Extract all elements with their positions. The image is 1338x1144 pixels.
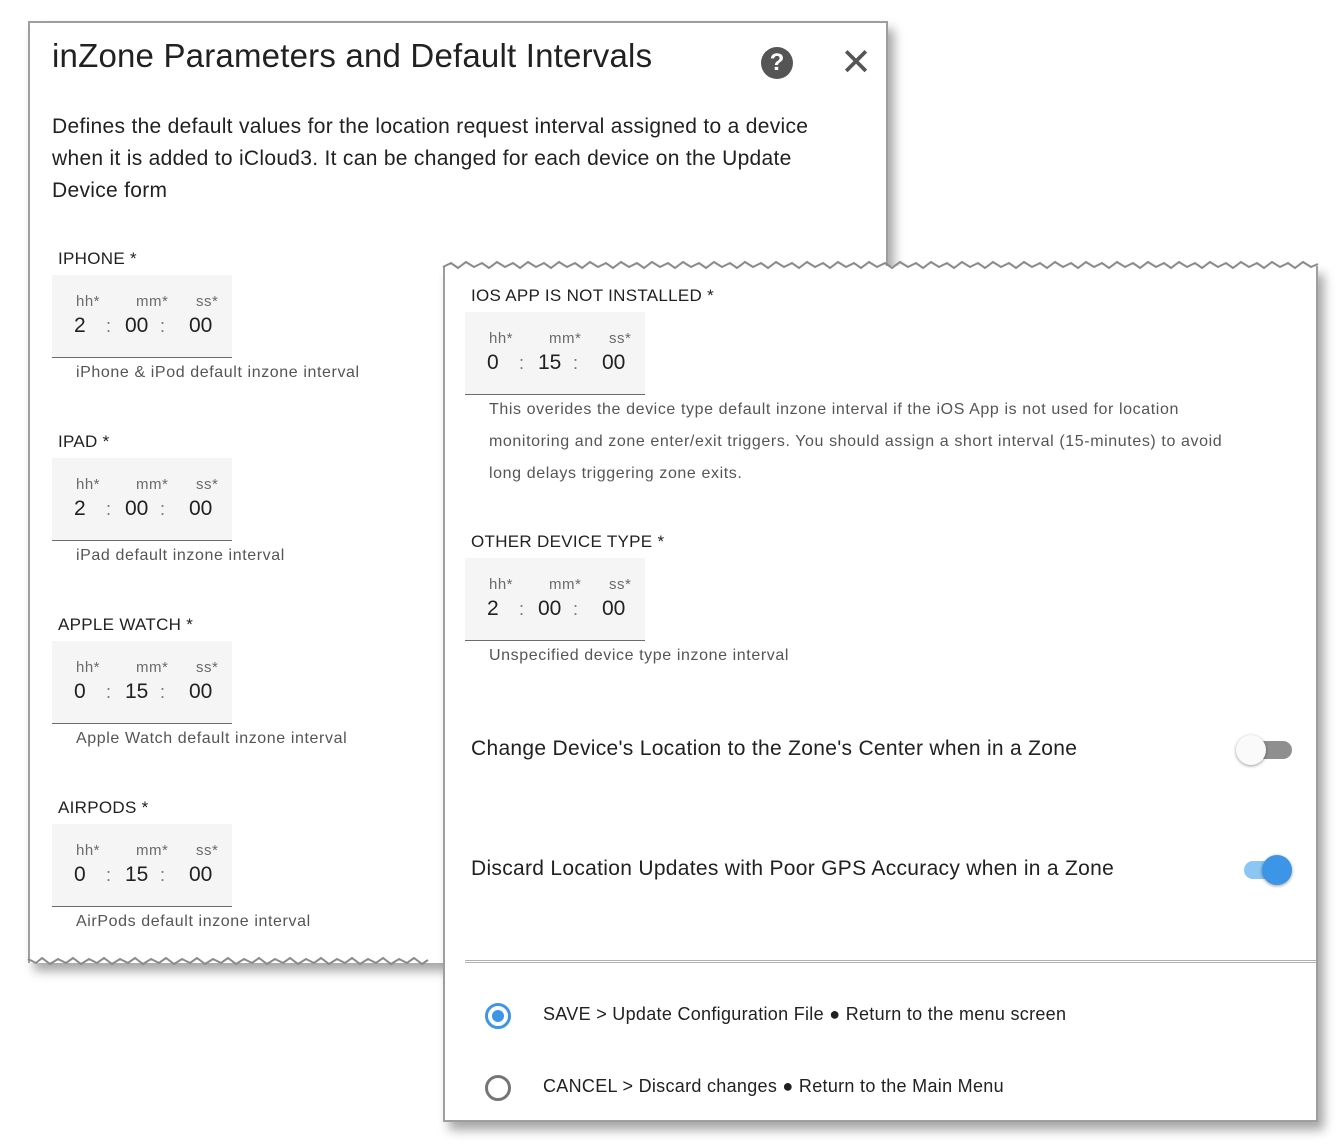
dialog-description: Defines the default values for the locat…	[52, 115, 809, 202]
time-separator: :	[106, 499, 112, 519]
watch-interval-label: APPLE WATCH *	[58, 615, 194, 634]
minutes-header: mm*	[136, 659, 169, 676]
ipad-interval-helper: iPad default inzone interval	[76, 547, 285, 564]
iphone-interval-label: IPHONE *	[58, 249, 137, 268]
time-separator: :	[160, 865, 166, 885]
section-divider	[465, 960, 1316, 963]
time-separator: :	[106, 316, 112, 336]
seconds-input[interactable]: 00	[602, 351, 625, 375]
minutes-input[interactable]: 15	[538, 351, 561, 375]
seconds-header: ss*	[196, 659, 219, 676]
hours-header: hh*	[489, 330, 514, 347]
cancel-radio[interactable]	[485, 1075, 511, 1101]
helper-line: long delays triggering zone exits.	[489, 465, 743, 482]
minutes-input[interactable]: 15	[125, 863, 148, 887]
minutes-header: mm*	[549, 330, 582, 347]
seconds-input[interactable]: 00	[189, 680, 212, 704]
airpods-interval-helper: AirPods default inzone interval	[76, 913, 311, 930]
help-icon[interactable]: ?	[761, 47, 793, 79]
toggle-knob	[1236, 735, 1266, 765]
helper-line: This overides the device type default in…	[489, 401, 1179, 418]
hours-header: hh*	[489, 576, 514, 593]
watch-interval-field[interactable]: hh* mm* ss* 0 : 15 : 00	[52, 641, 232, 724]
hours-input[interactable]: 2	[487, 597, 499, 621]
save-radio[interactable]	[485, 1003, 511, 1029]
save-option-label: SAVE > Update Configuration File ● Retur…	[543, 1004, 1067, 1024]
time-separator: :	[573, 599, 579, 619]
center-in-zone-toggle[interactable]	[1236, 734, 1294, 766]
time-separator: :	[573, 353, 579, 373]
torn-edge-top	[442, 260, 1319, 270]
watch-interval-helper: Apple Watch default inzone interval	[76, 730, 348, 747]
other-device-interval-field[interactable]: hh* mm* ss* 2 : 00 : 00	[465, 558, 645, 641]
time-separator: :	[106, 865, 112, 885]
minutes-input[interactable]: 15	[125, 680, 148, 704]
airpods-interval-label: AIRPODS *	[58, 798, 149, 817]
iphone-interval-field[interactable]: hh* mm* ss* 2 : 00 : 00	[52, 275, 232, 358]
no-ios-app-interval-helper: This overides the device type default in…	[489, 394, 1269, 490]
hours-input[interactable]: 2	[74, 314, 86, 338]
airpods-interval-field[interactable]: hh* mm* ss* 0 : 15 : 00	[52, 824, 232, 907]
hours-input[interactable]: 0	[487, 351, 499, 375]
time-separator: :	[519, 353, 525, 373]
hours-header: hh*	[76, 842, 101, 859]
seconds-input[interactable]: 00	[189, 497, 212, 521]
time-separator: :	[160, 316, 166, 336]
no-ios-app-interval-label: IOS APP IS NOT INSTALLED *	[471, 286, 715, 305]
seconds-header: ss*	[609, 330, 632, 347]
minutes-header: mm*	[549, 576, 582, 593]
seconds-header: ss*	[196, 842, 219, 859]
seconds-input[interactable]: 00	[189, 314, 212, 338]
hours-header: hh*	[76, 476, 101, 493]
minutes-header: mm*	[136, 842, 169, 859]
hours-header: hh*	[76, 659, 101, 676]
minutes-input[interactable]: 00	[538, 597, 561, 621]
discard-poor-gps-label: Discard Location Updates with Poor GPS A…	[471, 857, 1115, 880]
hours-input[interactable]: 2	[74, 497, 86, 521]
hours-header: hh*	[76, 293, 101, 310]
dialog-title: inZone Parameters and Default Intervals	[52, 37, 653, 74]
toggle-knob	[1262, 855, 1292, 885]
time-separator: :	[160, 682, 166, 702]
close-icon[interactable]: ✕	[840, 44, 872, 82]
seconds-input[interactable]: 00	[189, 863, 212, 887]
iphone-interval-helper: iPhone & iPod default inzone interval	[76, 364, 360, 381]
time-separator: :	[160, 499, 166, 519]
minutes-header: mm*	[136, 476, 169, 493]
ipad-interval-label: IPAD *	[58, 432, 110, 451]
seconds-header: ss*	[609, 576, 632, 593]
minutes-header: mm*	[136, 293, 169, 310]
seconds-input[interactable]: 00	[602, 597, 625, 621]
seconds-header: ss*	[196, 293, 219, 310]
seconds-header: ss*	[196, 476, 219, 493]
hours-input[interactable]: 0	[74, 863, 86, 887]
discard-poor-gps-toggle[interactable]	[1236, 854, 1294, 886]
dialog-front-panel: IOS APP IS NOT INSTALLED * hh* mm* ss* 0…	[442, 260, 1319, 1122]
ipad-interval-field[interactable]: hh* mm* ss* 2 : 00 : 00	[52, 458, 232, 541]
hours-input[interactable]: 0	[74, 680, 86, 704]
center-in-zone-label: Change Device's Location to the Zone's C…	[471, 737, 1078, 760]
other-device-interval-helper: Unspecified device type inzone interval	[489, 647, 790, 664]
other-device-interval-label: OTHER DEVICE TYPE *	[471, 532, 665, 551]
no-ios-app-interval-field[interactable]: hh* mm* ss* 0 : 15 : 00	[465, 312, 645, 395]
time-separator: :	[106, 682, 112, 702]
helper-line: monitoring and zone enter/exit triggers.…	[489, 433, 1223, 450]
cancel-option-label: CANCEL > Discard changes ● Return to the…	[543, 1076, 1004, 1096]
time-separator: :	[519, 599, 525, 619]
torn-edge-bottom	[27, 956, 429, 966]
minutes-input[interactable]: 00	[125, 314, 148, 338]
minutes-input[interactable]: 00	[125, 497, 148, 521]
